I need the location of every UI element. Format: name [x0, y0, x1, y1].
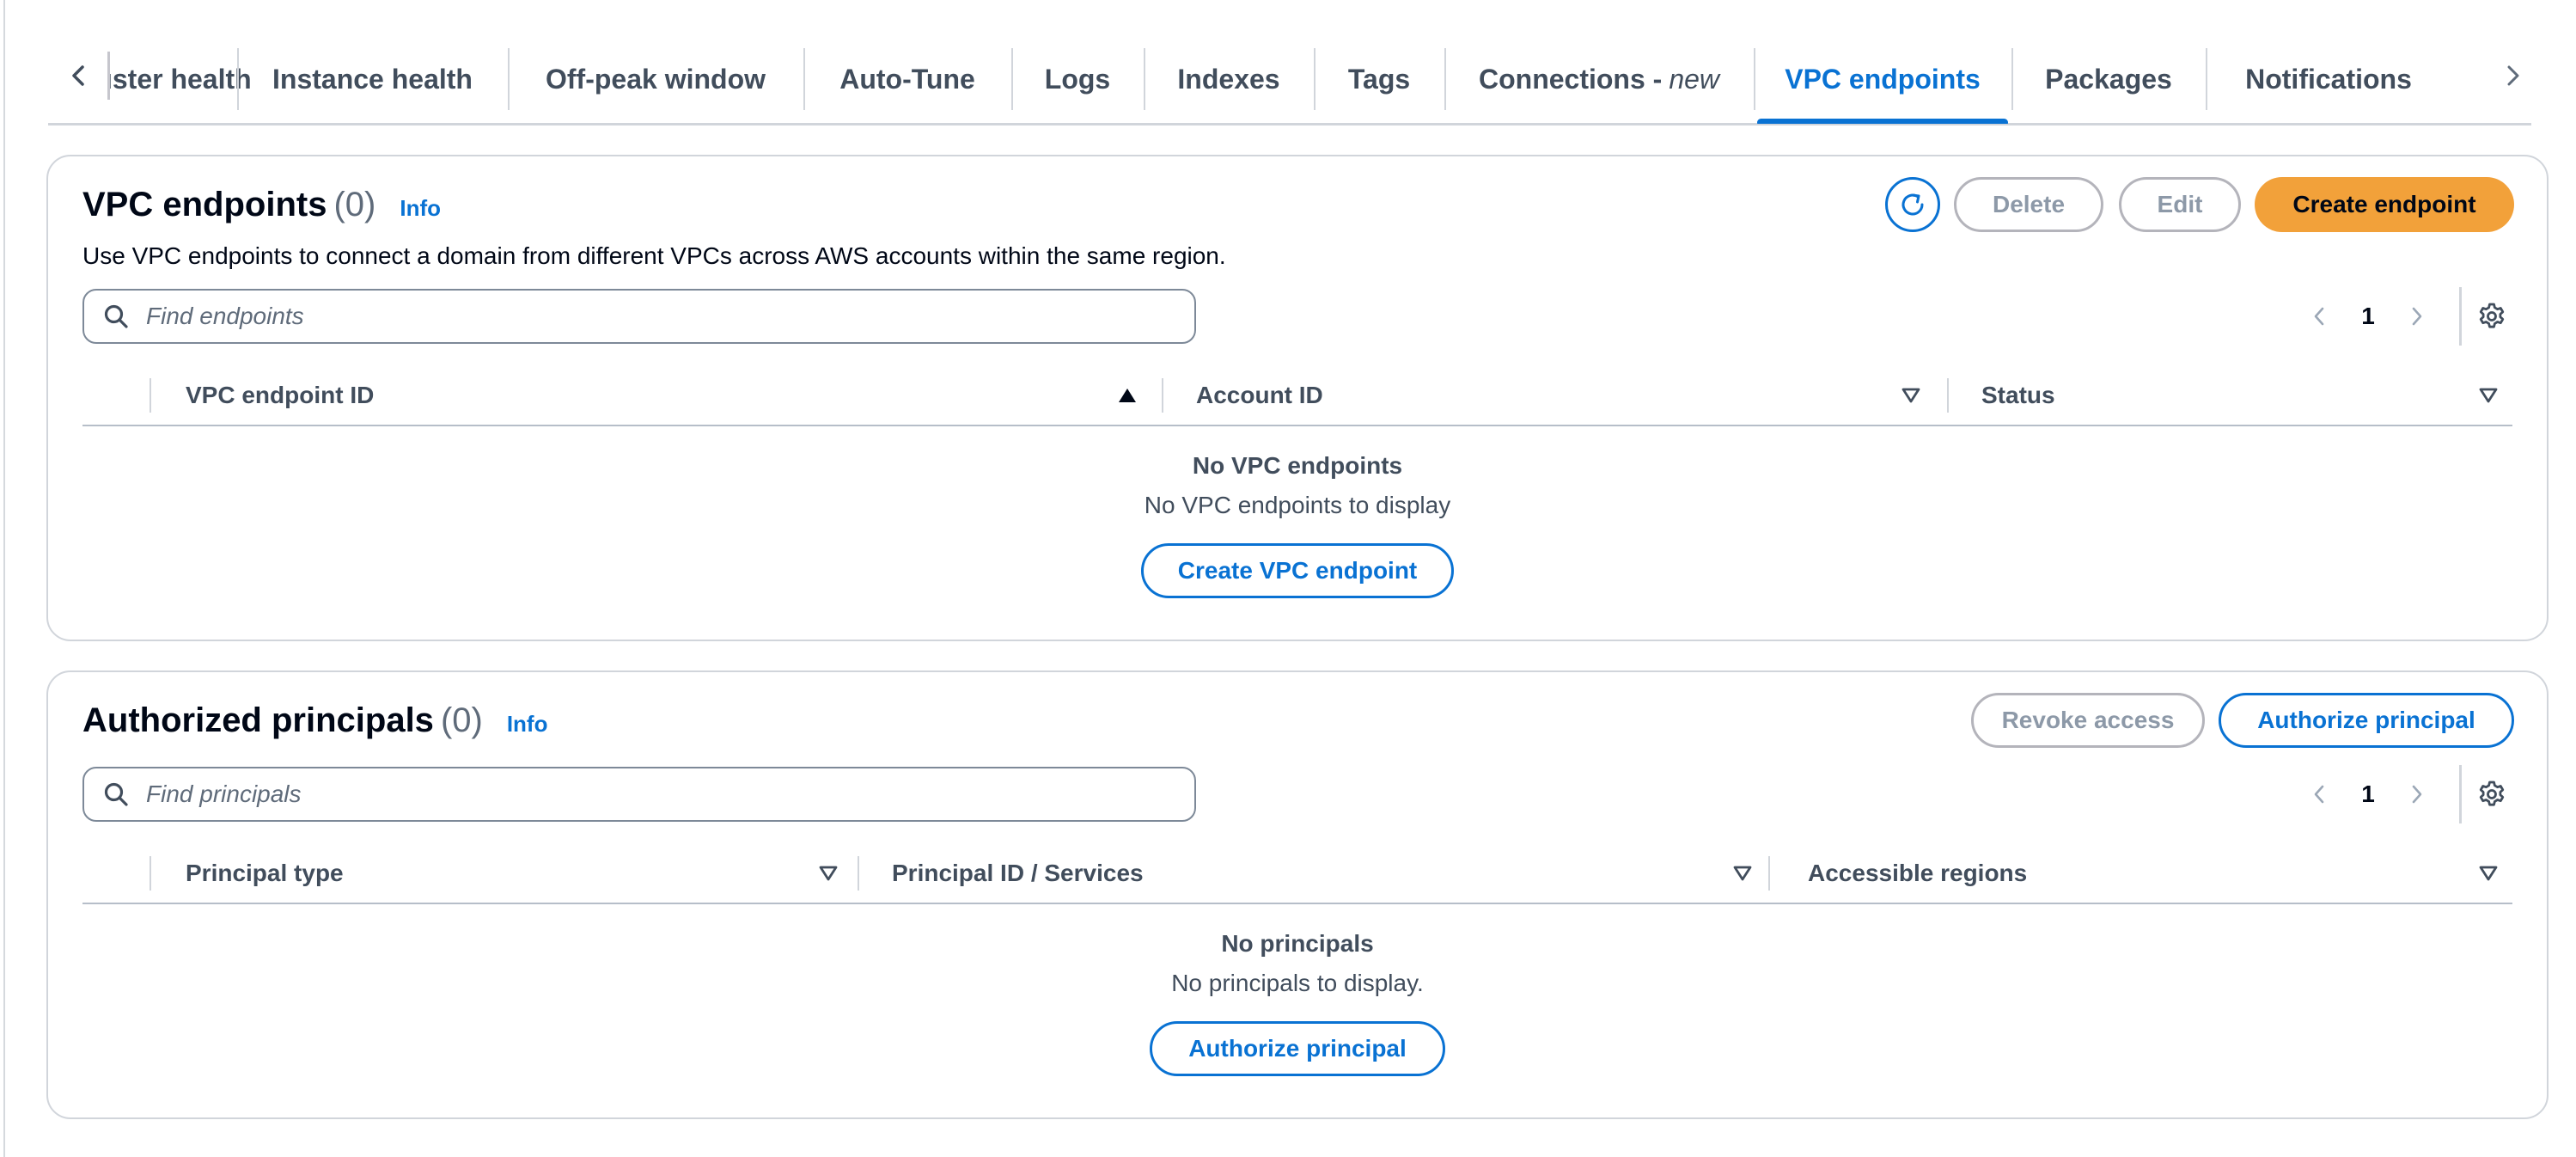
authorized-principals-container: Authorized principals (0) Info Revoke ac…	[46, 670, 2549, 1119]
authorized-principals-info-link[interactable]: Info	[507, 711, 548, 738]
prev-page-button[interactable]	[2299, 774, 2341, 815]
vpc-endpoints-description: Use VPC endpoints to connect a domain fr…	[82, 242, 1226, 269]
tab-cluster-health[interactable]: Cluster health	[110, 34, 252, 124]
column-divider	[1162, 378, 1163, 413]
tab-connections[interactable]: Connections - new	[1444, 34, 1754, 124]
gear-icon	[2479, 303, 2505, 328]
search-icon	[104, 304, 128, 328]
refresh-button[interactable]	[1885, 177, 1940, 232]
column-divider	[858, 856, 859, 891]
endpoints-preferences-button[interactable]	[2466, 291, 2518, 342]
chevron-left-icon	[2314, 785, 2324, 804]
endpoints-search	[82, 289, 1196, 344]
caret-down-outline-icon[interactable]	[2476, 861, 2500, 885]
column-divider	[150, 856, 151, 891]
tab-auto-tune[interactable]: Auto-Tune	[803, 34, 1011, 124]
search-icon	[104, 782, 128, 806]
tab-indexes[interactable]: Indexes	[1144, 34, 1314, 124]
tab-bar: Cluster health Instance health Off-peak …	[48, 0, 2531, 125]
principals-preferences-button[interactable]	[2466, 768, 2518, 820]
vpc-endpoints-container: VPC endpoints (0) Info Use VPC endpoints…	[46, 155, 2549, 641]
tab-packages[interactable]: Packages	[2011, 34, 2206, 124]
empty-state-description: No principals to display.	[1171, 970, 1424, 996]
empty-state-title: No principals	[1221, 930, 1374, 957]
delete-button[interactable]: Delete	[1954, 177, 2103, 232]
chevron-left-icon	[2314, 307, 2324, 326]
endpoints-search-input[interactable]	[146, 303, 1160, 330]
chevron-left-icon	[72, 65, 84, 86]
tab-list: Cluster health Instance health Off-peak …	[110, 34, 2479, 124]
caret-down-outline-icon[interactable]	[1899, 383, 1923, 407]
chevron-right-icon	[2412, 785, 2422, 804]
create-endpoint-button[interactable]: Create endpoint	[2255, 177, 2514, 232]
column-principal-id-services[interactable]: Principal ID / Services	[892, 842, 1144, 904]
tab-instance-health[interactable]: Instance health	[237, 34, 508, 124]
column-vpc-endpoint-id[interactable]: VPC endpoint ID	[186, 364, 374, 426]
tab-logs[interactable]: Logs	[1011, 34, 1144, 124]
revoke-access-button[interactable]: Revoke access	[1971, 693, 2205, 748]
endpoints-empty-state: No VPC endpoints No VPC endpoints to dis…	[82, 452, 2512, 598]
endpoints-table-header: VPC endpoint ID Account ID Status	[82, 364, 2512, 426]
column-divider	[1768, 856, 1770, 891]
tab-notifications[interactable]: Notifications	[2206, 34, 2451, 124]
column-accessible-regions[interactable]: Accessible regions	[1808, 842, 2027, 904]
chevron-right-icon	[2412, 307, 2422, 326]
caret-down-outline-icon[interactable]	[2476, 383, 2500, 407]
vpc-endpoints-header: VPC endpoints (0) Info	[82, 186, 441, 224]
current-page[interactable]: 1	[2341, 781, 2396, 808]
caret-down-outline-icon[interactable]	[1731, 861, 1755, 885]
edit-button[interactable]: Edit	[2119, 177, 2241, 232]
principals-table-header: Principal type Principal ID / Services A…	[82, 842, 2512, 904]
current-page[interactable]: 1	[2341, 303, 2396, 330]
tab-scroll-right-button[interactable]	[2481, 45, 2543, 107]
refresh-icon	[1901, 193, 1924, 216]
chevron-right-icon	[2507, 65, 2519, 86]
vpc-endpoints-info-link[interactable]: Info	[400, 195, 441, 222]
pagination-divider	[2459, 287, 2462, 346]
gear-icon	[2479, 781, 2505, 806]
principals-empty-state: No principals No principals to display. …	[82, 930, 2512, 1076]
column-divider	[150, 378, 151, 413]
next-page-button[interactable]	[2396, 296, 2437, 337]
vpc-endpoints-count: (0)	[333, 186, 376, 223]
create-vpc-endpoint-button[interactable]: Create VPC endpoint	[1141, 543, 1454, 598]
tab-scroll-left-button[interactable]	[48, 45, 110, 107]
authorized-principals-header: Authorized principals (0) Info	[82, 701, 547, 740]
next-page-button[interactable]	[2396, 774, 2437, 815]
new-badge: new	[1669, 63, 1720, 95]
tab-tags[interactable]: Tags	[1314, 34, 1444, 124]
prev-page-button[interactable]	[2299, 296, 2341, 337]
column-principal-type[interactable]: Principal type	[186, 842, 344, 904]
authorize-principal-empty-button[interactable]: Authorize principal	[1150, 1021, 1445, 1076]
principals-search-input[interactable]	[146, 781, 1160, 808]
empty-state-title: No VPC endpoints	[1192, 452, 1403, 479]
pagination-divider	[2459, 765, 2462, 823]
column-account-id[interactable]: Account ID	[1196, 364, 1323, 426]
vpc-endpoints-title: VPC endpoints	[82, 186, 327, 223]
page-left-edge	[3, 0, 5, 1157]
tab-off-peak-window[interactable]: Off-peak window	[508, 34, 803, 124]
caret-up-filled-icon[interactable]	[1115, 383, 1139, 407]
column-divider	[1947, 378, 1949, 413]
authorize-principal-button[interactable]: Authorize principal	[2219, 693, 2514, 748]
principals-search	[82, 767, 1196, 822]
caret-down-outline-icon[interactable]	[816, 861, 840, 885]
authorized-principals-count: (0)	[440, 701, 483, 739]
column-status[interactable]: Status	[1981, 364, 2055, 426]
authorized-principals-title: Authorized principals	[82, 701, 434, 739]
tab-vpc-endpoints[interactable]: VPC endpoints	[1754, 34, 2011, 124]
empty-state-description: No VPC endpoints to display	[1144, 492, 1451, 518]
